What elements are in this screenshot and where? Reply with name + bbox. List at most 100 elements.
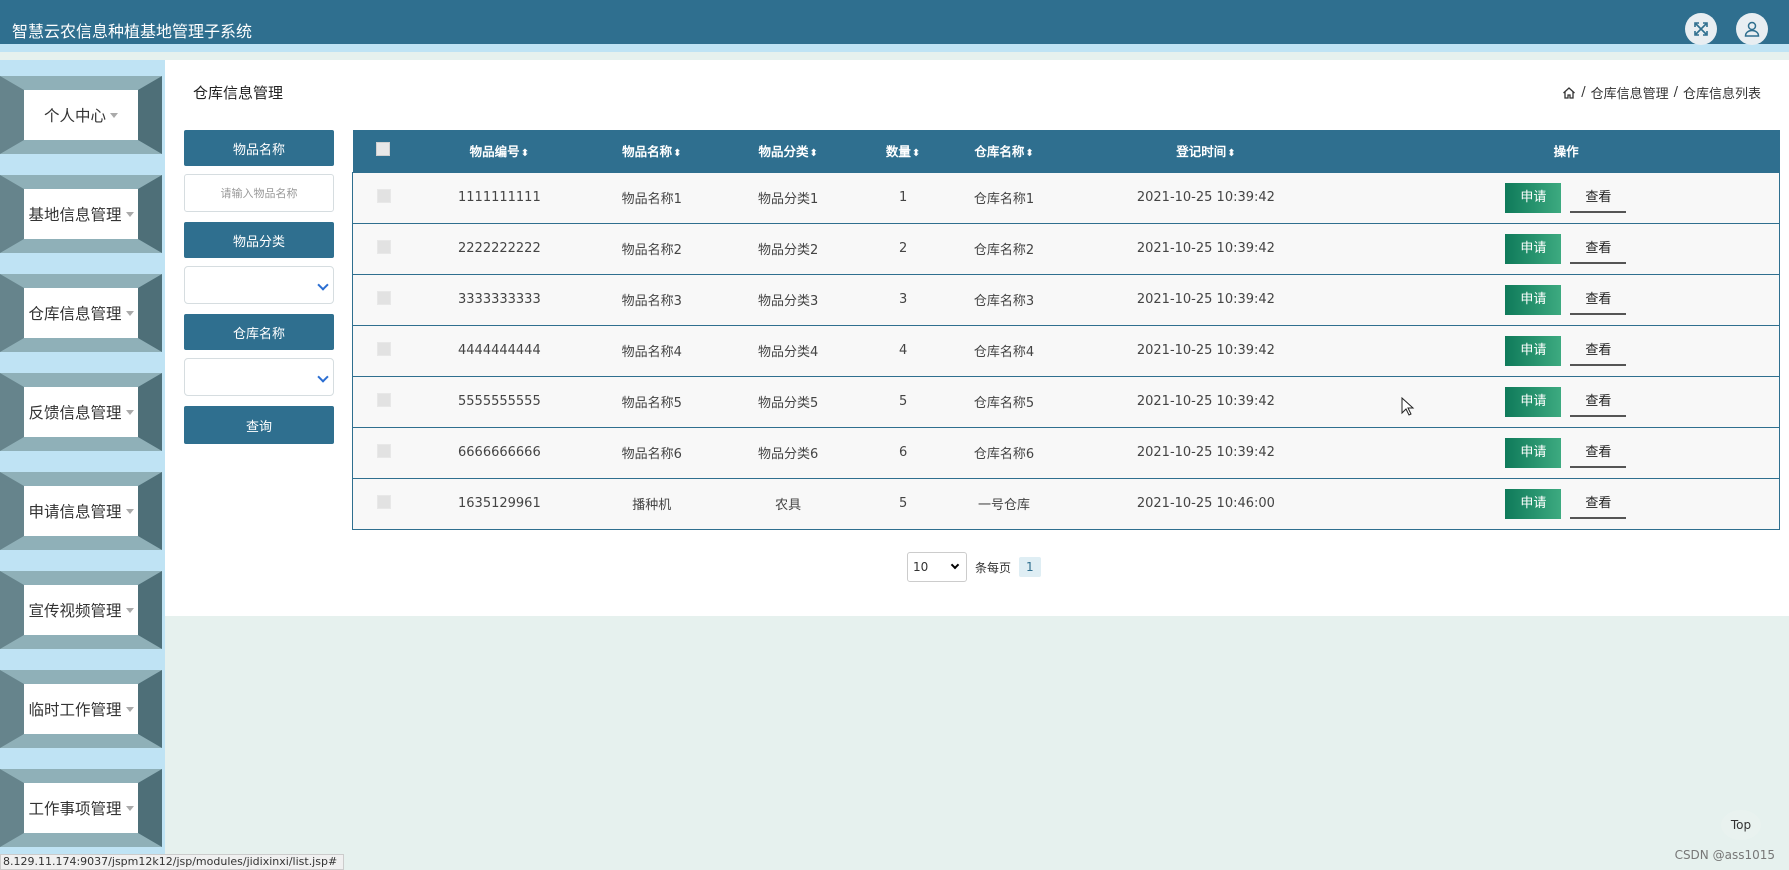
- sort-icon[interactable]: ⬍: [521, 148, 529, 159]
- row-checkbox[interactable]: [376, 341, 391, 356]
- caret-down-icon: [125, 409, 134, 415]
- cell-qty: 3: [898, 292, 908, 307]
- main-content: 仓库信息管理 / 仓库信息管理 / 仓库信息列表 物品名称 请输入物品名称 物品…: [165, 60, 1789, 616]
- status-bar-url: 8.129.11.174:9037/jspm12k12/jsp/modules/…: [0, 854, 345, 870]
- sidebar-item-label: 工作事项管理: [28, 800, 122, 818]
- breadcrumb-item-warehouse-management[interactable]: 仓库信息管理: [1591, 83, 1669, 102]
- apply-button[interactable]: 申请: [1505, 437, 1562, 468]
- sidebar-item-work-matters[interactable]: 工作事项管理: [0, 761, 165, 847]
- view-button[interactable]: 查看: [1570, 234, 1627, 264]
- cell-time: 2021-10-25 10:39:42: [1136, 190, 1275, 205]
- row-checkbox[interactable]: [376, 392, 391, 407]
- watermark: CSDN @ass1015: [1674, 848, 1775, 862]
- view-button[interactable]: 查看: [1570, 438, 1627, 468]
- apply-button[interactable]: 申请: [1505, 488, 1562, 519]
- page-number-current[interactable]: 1: [1019, 557, 1041, 577]
- row-checkbox[interactable]: [376, 290, 391, 305]
- item-name-label: 物品名称: [184, 130, 334, 166]
- cell-qty: 4: [898, 343, 908, 358]
- cell-category: 物品分类6: [758, 447, 819, 462]
- sort-icon[interactable]: ⬍: [1025, 148, 1033, 159]
- apply-button[interactable]: 申请: [1505, 233, 1562, 264]
- sidebar-item-personal-center[interactable]: 个人中心: [0, 68, 165, 154]
- sidebar-item-label: 申请信息管理: [28, 503, 122, 521]
- sidebar-item-base-info[interactable]: 基地信息管理: [0, 167, 165, 253]
- apply-button[interactable]: 申请: [1505, 335, 1562, 366]
- sidebar-item-promo-video[interactable]: 宣传视频管理: [0, 563, 165, 649]
- back-to-top-button[interactable]: Top: [1721, 810, 1761, 840]
- col-header-qty[interactable]: 数量⬍: [857, 130, 949, 172]
- caret-down-icon: [125, 310, 134, 316]
- col-header-time[interactable]: 登记时间⬍: [1059, 130, 1353, 172]
- caret-down-icon: [125, 508, 134, 514]
- sort-icon[interactable]: ⬍: [1227, 148, 1235, 159]
- sidebar: 个人中心 基地信息管理 仓库信息管理 反馈信息管理 申请信息管理 宣传视频管理 …: [0, 60, 165, 870]
- sidebar-item-label: 反馈信息管理: [28, 404, 122, 422]
- page-size-select[interactable]: 10: [907, 552, 967, 582]
- home-icon[interactable]: [1562, 86, 1576, 100]
- select-all-checkbox[interactable]: [376, 142, 391, 157]
- cell-name: 物品名称6: [621, 447, 682, 462]
- caret-down-icon: [125, 805, 134, 811]
- cell-warehouse: 仓库名称6: [973, 447, 1035, 462]
- cell-name: 播种机: [632, 498, 672, 513]
- cell-warehouse: 仓库名称2: [973, 243, 1035, 258]
- sidebar-item-temp-work[interactable]: 临时工作管理: [0, 662, 165, 748]
- sidebar-item-feedback-info[interactable]: 反馈信息管理: [0, 365, 165, 451]
- cell-code: 1111111111: [458, 190, 541, 205]
- view-button[interactable]: 查看: [1570, 183, 1627, 213]
- cell-name: 物品名称2: [621, 243, 682, 258]
- table-row: 2222222222 物品名称2 物品分类2 2 仓库名称2 2021-10-2…: [352, 223, 1780, 274]
- view-button[interactable]: 查看: [1570, 489, 1627, 519]
- sidebar-item-application-info[interactable]: 申请信息管理: [0, 464, 165, 550]
- fullscreen-button[interactable]: [1685, 13, 1717, 45]
- chevron-down-icon: [317, 371, 329, 383]
- search-panel: 物品名称 请输入物品名称 物品分类 仓库名称 查询: [184, 130, 334, 444]
- data-table: 物品编号⬍ 物品名称⬍ 物品分类⬍ 数量⬍ 仓库名称⬍ 登记时间⬍ 操作 111…: [352, 130, 1780, 530]
- chevron-down-icon: [950, 560, 960, 570]
- row-checkbox[interactable]: [376, 188, 391, 203]
- apply-button[interactable]: 申请: [1505, 284, 1562, 315]
- view-button[interactable]: 查看: [1570, 387, 1627, 417]
- breadcrumb: / 仓库信息管理 / 仓库信息列表: [1562, 83, 1761, 102]
- cell-category: 物品分类2: [758, 243, 819, 258]
- item-name-input[interactable]: 请输入物品名称: [184, 174, 334, 212]
- row-checkbox[interactable]: [376, 443, 391, 458]
- cell-code: 4444444444: [458, 343, 541, 358]
- cell-time: 2021-10-25 10:39:42: [1136, 445, 1275, 460]
- col-header-warehouse[interactable]: 仓库名称⬍: [949, 130, 1059, 172]
- sidebar-item-label: 基地信息管理: [28, 206, 122, 224]
- cell-code: 5555555555: [458, 394, 541, 409]
- cell-category: 物品分类3: [758, 294, 819, 309]
- table-row: 1635129961 播种机 农具 5 一号仓库 2021-10-25 10:4…: [352, 478, 1780, 529]
- category-select[interactable]: [184, 266, 334, 304]
- sort-icon[interactable]: ⬍: [673, 148, 681, 159]
- sort-icon[interactable]: ⬍: [810, 148, 818, 159]
- cell-warehouse: 仓库名称5: [973, 396, 1035, 411]
- sidebar-item-label: 宣传视频管理: [28, 602, 122, 620]
- row-checkbox[interactable]: [376, 494, 391, 509]
- warehouse-select[interactable]: [184, 358, 334, 396]
- row-checkbox[interactable]: [376, 239, 391, 254]
- query-button[interactable]: 查询: [184, 406, 334, 444]
- page-title: 仓库信息管理: [193, 84, 284, 102]
- cell-name: 物品名称1: [621, 192, 682, 207]
- sort-icon[interactable]: ⬍: [912, 148, 920, 159]
- col-header-code[interactable]: 物品编号⬍: [414, 130, 584, 172]
- cell-qty: 6: [898, 445, 908, 460]
- chevron-down-icon: [317, 279, 329, 291]
- view-button[interactable]: 查看: [1570, 336, 1627, 366]
- apply-button[interactable]: 申请: [1505, 386, 1562, 417]
- apply-button[interactable]: 申请: [1505, 182, 1562, 213]
- cell-time: 2021-10-25 10:46:00: [1136, 496, 1275, 511]
- user-button[interactable]: [1736, 13, 1768, 45]
- col-header-category[interactable]: 物品分类⬍: [719, 130, 857, 172]
- sidebar-item-label: 仓库信息管理: [28, 305, 122, 323]
- cell-name: 物品名称5: [621, 396, 682, 411]
- view-button[interactable]: 查看: [1570, 285, 1627, 315]
- col-header-name[interactable]: 物品名称⬍: [584, 130, 719, 172]
- table-row: 1111111111 物品名称1 物品分类1 1 仓库名称1 2021-10-2…: [352, 172, 1780, 223]
- sidebar-item-warehouse-info[interactable]: 仓库信息管理: [0, 266, 165, 352]
- cell-qty: 5: [898, 496, 908, 511]
- cell-qty: 1: [898, 190, 908, 205]
